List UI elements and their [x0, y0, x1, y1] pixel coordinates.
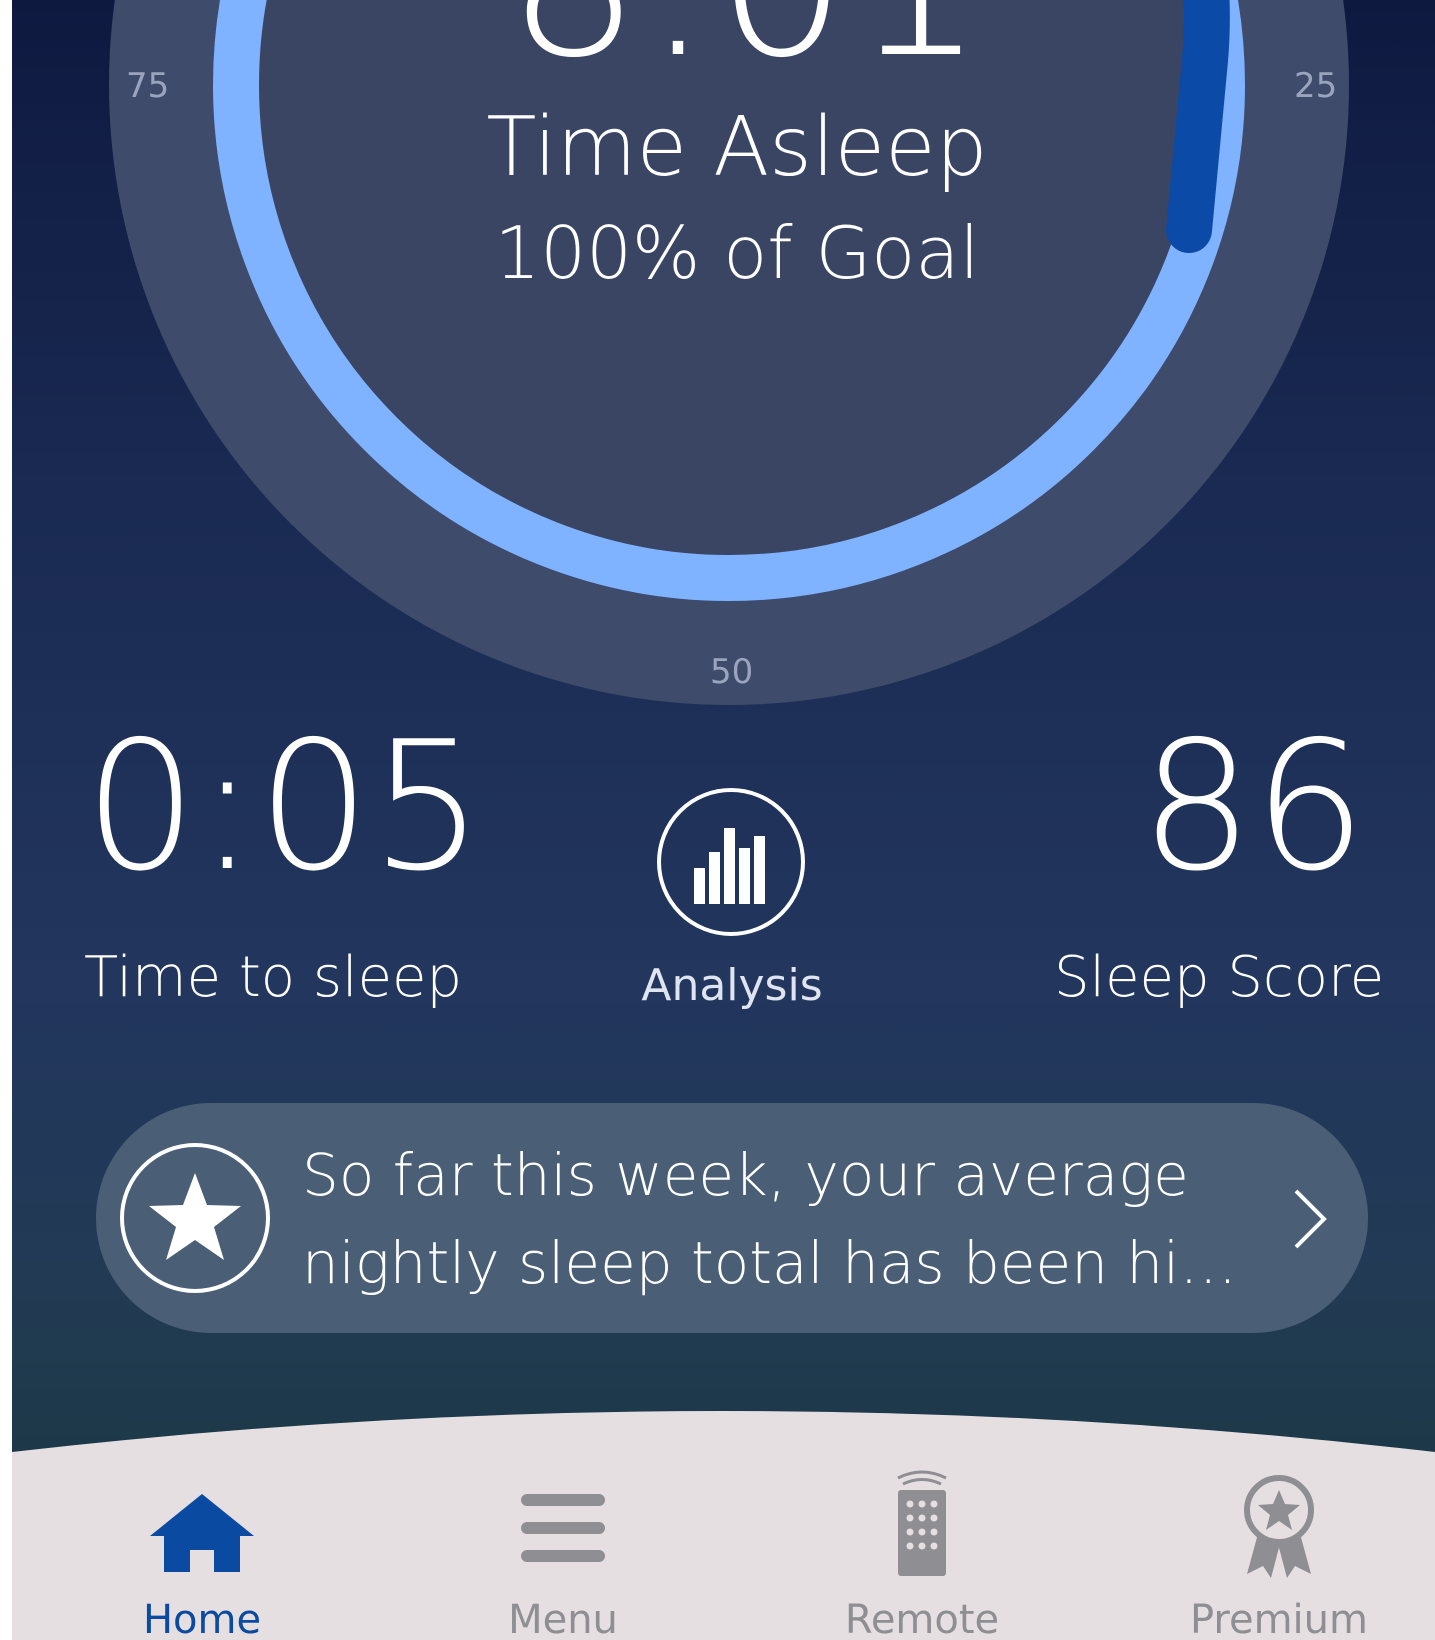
chevron-right-icon: [1294, 1189, 1327, 1249]
analysis-label: Analysis: [641, 960, 823, 1011]
sleep-home-screen: 8:01 Time Asleep 100% of Goal 75 25 50 0…: [12, 0, 1435, 1640]
tab-remote[interactable]: Remote: [772, 1470, 1072, 1640]
menu-icon: [521, 1494, 605, 1562]
tab-menu[interactable]: Menu: [413, 1470, 713, 1640]
analysis-button[interactable]: [657, 788, 805, 936]
bar-chart-icon: [694, 828, 765, 904]
insight-text: So far this week, your average nightly s…: [302, 1131, 1242, 1307]
time-asleep-label: Time Asleep: [486, 100, 988, 195]
tab-menu-label: Menu: [508, 1597, 618, 1640]
insight-line-2: nightly sleep total has been hi…: [302, 1229, 1238, 1297]
time-to-sleep-value: 0:05: [84, 703, 484, 910]
dial-tick-75: 75: [126, 66, 170, 106]
star-icon: [149, 1173, 241, 1260]
goal-percent-label: 100% of Goal: [494, 211, 980, 295]
remote-icon: [897, 1470, 947, 1576]
sleep-score-label: Sleep Score: [1054, 945, 1385, 1010]
home-icon: [150, 1494, 254, 1572]
tab-premium-label: Premium: [1190, 1597, 1368, 1640]
tab-home[interactable]: Home: [52, 1470, 352, 1640]
premium-ribbon-icon: [1244, 1475, 1314, 1578]
sleep-overflow-arc: [1166, 0, 1230, 253]
tab-premium[interactable]: Premium: [1129, 1470, 1429, 1640]
tab-home-label: Home: [142, 1597, 262, 1640]
tab-remote-label: Remote: [844, 1597, 1000, 1640]
time-to-sleep-label: Time to sleep: [84, 945, 463, 1010]
sleep-score-value: 86: [1140, 703, 1367, 910]
insight-line-1: So far this week, your average: [302, 1141, 1189, 1209]
star-badge: [120, 1143, 270, 1293]
dial-tick-50: 50: [710, 652, 754, 692]
time-asleep-value: 8:01: [507, 0, 985, 87]
weekly-insight-card[interactable]: So far this week, your average nightly s…: [96, 1103, 1368, 1333]
dial-tick-25: 25: [1294, 66, 1338, 106]
